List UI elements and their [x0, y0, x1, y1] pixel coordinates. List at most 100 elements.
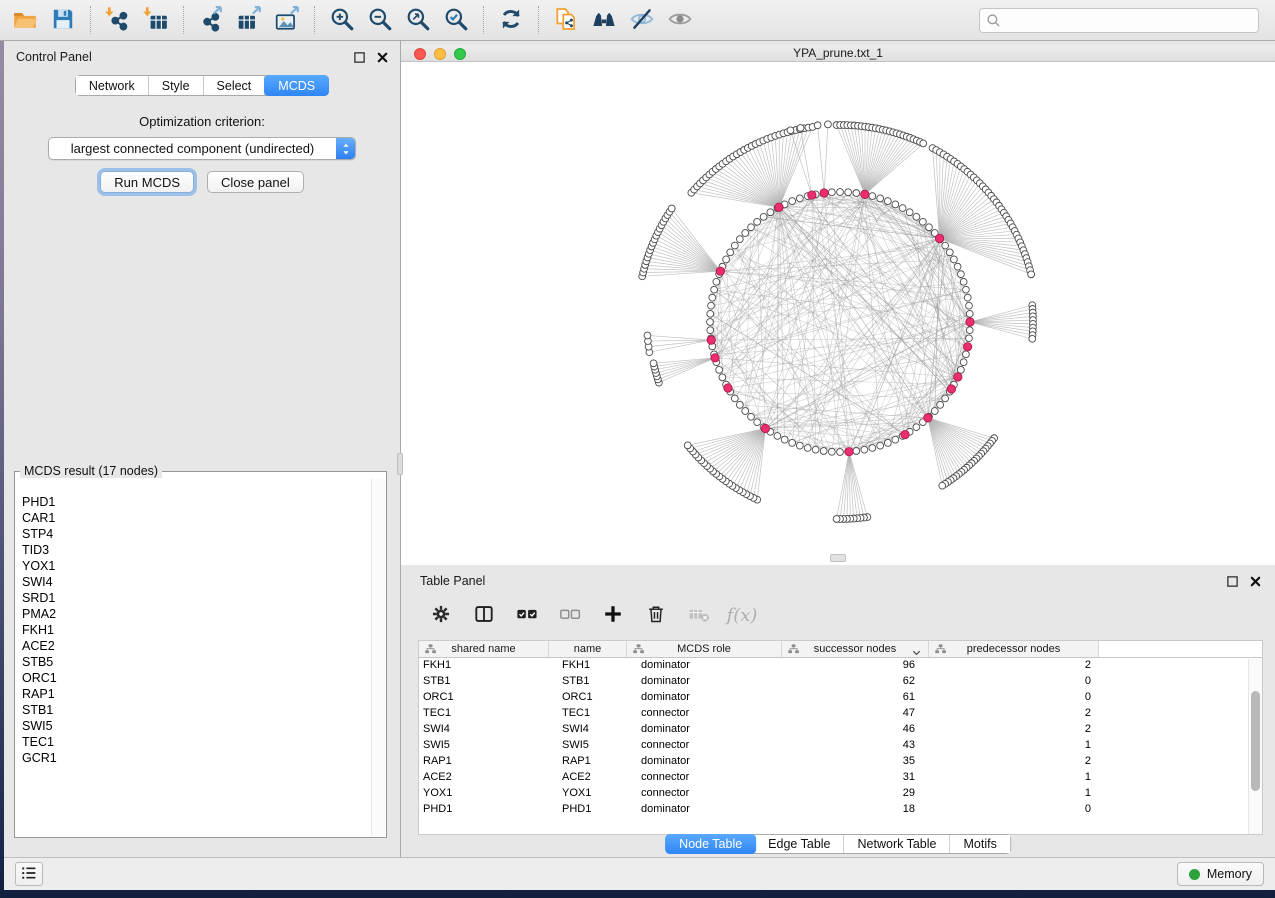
zoom-fit-button[interactable] [399, 3, 437, 37]
table-cell[interactable]: 18 [782, 802, 929, 818]
open-session-button[interactable] [6, 3, 44, 37]
table-cell[interactable]: 1 [929, 786, 1099, 802]
table-cell[interactable]: 46 [782, 722, 929, 738]
mcds-result-item[interactable]: ORC1 [22, 670, 370, 686]
mcds-result-item[interactable]: YOX1 [22, 558, 370, 574]
result-scrollbar[interactable] [371, 479, 385, 836]
table-cell[interactable]: FKH1 [419, 658, 549, 674]
window-zoom-icon[interactable] [454, 48, 466, 60]
table-cell[interactable]: RAP1 [419, 754, 549, 770]
table-cell[interactable]: 2 [929, 754, 1099, 770]
table-cell[interactable]: 1 [929, 770, 1099, 786]
table-row[interactable]: YOX1YOX1connector291 [419, 786, 1262, 802]
table-row[interactable]: PHD1PHD1dominator180 [419, 802, 1262, 818]
table-cell[interactable]: ACE2 [549, 770, 627, 786]
tab-select[interactable]: Select [204, 76, 266, 95]
control-panel-close-icon[interactable] [374, 49, 390, 65]
clone-network-button[interactable] [547, 3, 585, 37]
column-header-predecessor-nodes[interactable]: predecessor nodes [929, 641, 1099, 657]
table-row[interactable]: ORC1ORC1dominator610 [419, 690, 1262, 706]
control-panel-float-icon[interactable] [351, 49, 367, 65]
table-cell[interactable]: STB1 [549, 674, 627, 690]
mcds-result-item[interactable]: TID3 [22, 542, 370, 558]
add-column-button[interactable] [595, 600, 631, 630]
table-cell[interactable]: connector [627, 738, 782, 754]
memory-button[interactable]: Memory [1177, 862, 1264, 886]
table-cell[interactable]: STB1 [419, 674, 549, 690]
mcds-result-item[interactable]: RAP1 [22, 686, 370, 702]
mcds-result-item[interactable]: STB1 [22, 702, 370, 718]
table-cell[interactable]: 0 [929, 690, 1099, 706]
table-cell[interactable]: connector [627, 706, 782, 722]
table-row[interactable]: ACE2ACE2connector311 [419, 770, 1262, 786]
table-cell[interactable]: 0 [929, 802, 1099, 818]
tab-motifs[interactable]: Motifs [950, 835, 1009, 853]
window-minimize-icon[interactable] [434, 48, 446, 60]
table-cell[interactable]: connector [627, 770, 782, 786]
table-cell[interactable]: connector [627, 786, 782, 802]
hide-selected-button[interactable] [623, 3, 661, 37]
table-cell[interactable]: 2 [929, 706, 1099, 722]
table-panel-float-icon[interactable] [1224, 573, 1240, 589]
tab-style[interactable]: Style [149, 76, 204, 95]
table-cell[interactable]: dominator [627, 658, 782, 674]
first-neighbors-button[interactable] [585, 3, 623, 37]
export-image-button[interactable] [268, 3, 306, 37]
table-scrollbar[interactable] [1248, 659, 1262, 834]
column-header-mcds-role[interactable]: MCDS role [627, 641, 782, 657]
zoom-in-button[interactable] [323, 3, 361, 37]
tab-network[interactable]: Network [76, 76, 149, 95]
tab-network-table[interactable]: Network Table [845, 835, 951, 853]
table-cell[interactable]: SWI4 [419, 722, 549, 738]
table-row[interactable]: TEC1TEC1connector472 [419, 706, 1262, 722]
table-cell[interactable]: 35 [782, 754, 929, 770]
deselect-all-rows-button[interactable] [552, 600, 588, 630]
table-row[interactable]: STB1STB1dominator620 [419, 674, 1262, 690]
table-cell[interactable]: 47 [782, 706, 929, 722]
table-cell[interactable]: SWI5 [549, 738, 627, 754]
vertical-splitter[interactable] [397, 453, 403, 475]
mcds-result-item[interactable]: SRD1 [22, 590, 370, 606]
export-network-button[interactable] [192, 3, 230, 37]
mcds-result-item[interactable]: CAR1 [22, 510, 370, 526]
tab-node-table[interactable]: Node Table [665, 834, 756, 854]
import-table-button[interactable] [137, 3, 175, 37]
mcds-result-item[interactable]: STB5 [22, 654, 370, 670]
mcds-result-item[interactable]: PHD1 [22, 494, 370, 510]
table-cell[interactable]: TEC1 [419, 706, 549, 722]
table-cell[interactable]: dominator [627, 754, 782, 770]
zoom-out-button[interactable] [361, 3, 399, 37]
table-cell[interactable]: FKH1 [549, 658, 627, 674]
table-cell[interactable]: 0 [929, 674, 1099, 690]
table-panel-close-icon[interactable] [1247, 573, 1263, 589]
table-options-button[interactable] [423, 600, 459, 630]
table-cell[interactable]: RAP1 [549, 754, 627, 770]
horizontal-splitter[interactable] [830, 554, 846, 562]
show-all-button[interactable] [661, 3, 699, 37]
mcds-result-item[interactable]: SWI4 [22, 574, 370, 590]
table-cell[interactable]: TEC1 [549, 706, 627, 722]
table-cell[interactable]: 29 [782, 786, 929, 802]
table-cell[interactable]: 1 [929, 738, 1099, 754]
close-panel-button[interactable]: Close panel [207, 171, 304, 193]
table-cell[interactable]: PHD1 [419, 802, 549, 818]
table-cell[interactable]: dominator [627, 690, 782, 706]
table-cell[interactable]: ORC1 [419, 690, 549, 706]
table-row[interactable]: FKH1FKH1dominator962 [419, 658, 1262, 674]
table-cell[interactable]: SWI5 [419, 738, 549, 754]
table-cell[interactable]: 2 [929, 658, 1099, 674]
table-scrollbar-thumb[interactable] [1251, 691, 1260, 791]
mcds-result-item[interactable]: STP4 [22, 526, 370, 542]
table-cell[interactable]: dominator [627, 674, 782, 690]
network-titlebar[interactable]: YPA_prune.txt_1 [401, 45, 1275, 62]
import-network-button[interactable] [99, 3, 137, 37]
column-header-successor-nodes[interactable]: successor nodes [782, 641, 929, 657]
search-input[interactable] [979, 8, 1259, 33]
table-cell[interactable]: 61 [782, 690, 929, 706]
table-row[interactable]: SWI5SWI5connector431 [419, 738, 1262, 754]
tab-mcds[interactable]: MCDS [264, 75, 329, 96]
table-row[interactable]: RAP1RAP1dominator352 [419, 754, 1262, 770]
table-cell[interactable]: ORC1 [549, 690, 627, 706]
table-cell[interactable]: ACE2 [419, 770, 549, 786]
table-cell[interactable]: 2 [929, 722, 1099, 738]
